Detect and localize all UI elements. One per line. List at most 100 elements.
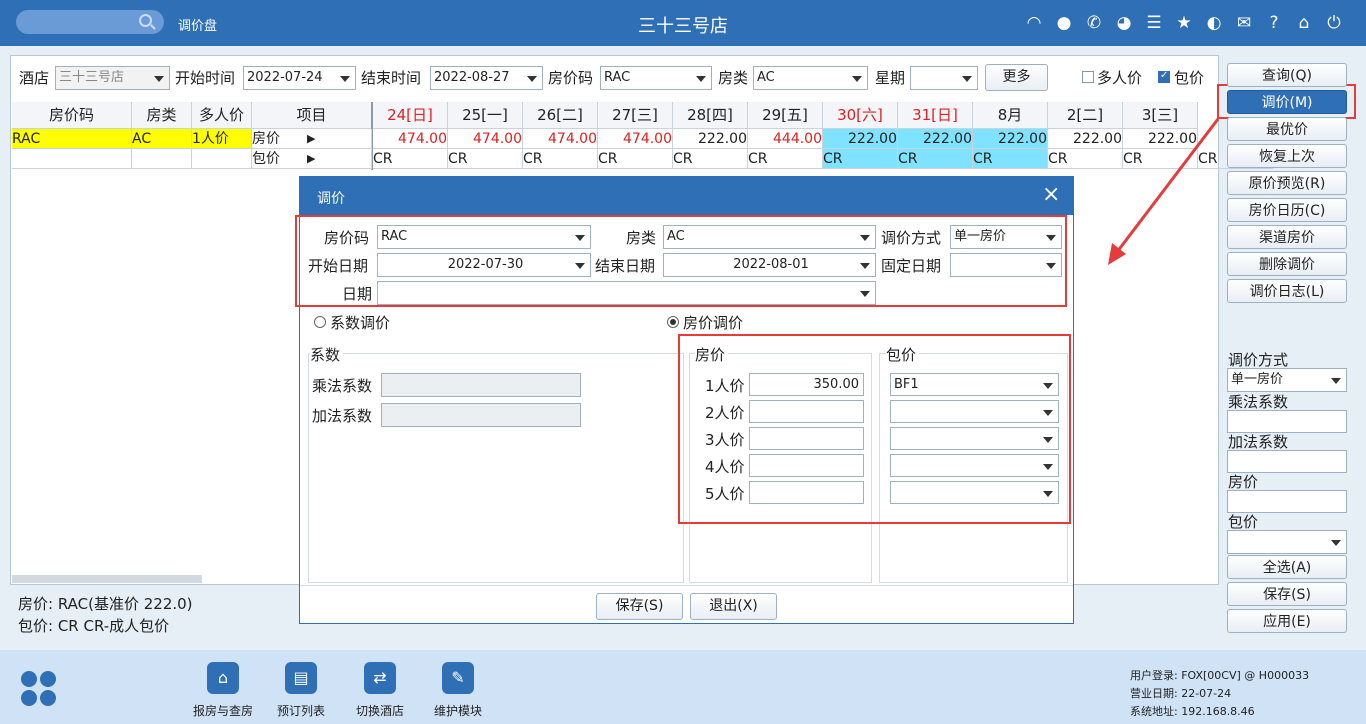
save-button[interactable]: 保存(S) bbox=[1227, 582, 1347, 606]
person-package-select[interactable] bbox=[890, 400, 1059, 423]
chat-icon[interactable]: ● bbox=[1054, 13, 1074, 33]
dlg-end-select[interactable]: 2022-08-01 bbox=[663, 253, 876, 277]
ratecode-select[interactable]: RAC bbox=[600, 66, 712, 90]
cell-item-package[interactable]: 包价 ▶ bbox=[252, 149, 372, 169]
person-package-select[interactable]: BF1 bbox=[890, 373, 1059, 396]
ratecode-label: 房价码 bbox=[548, 69, 594, 87]
price-cell[interactable]: 222.00 bbox=[898, 129, 973, 149]
dlg-roomtype-select[interactable]: AC bbox=[663, 225, 876, 249]
power-icon[interactable]: ⏻ bbox=[1324, 13, 1344, 33]
package-cell[interactable]: CR bbox=[598, 149, 673, 169]
package-select[interactable] bbox=[1227, 530, 1347, 554]
menu-icon[interactable]: ☰ bbox=[1144, 13, 1164, 33]
switch-hotel-nav[interactable]: ⇄ 切换酒店 bbox=[340, 662, 420, 720]
price-cell[interactable]: 222.00 bbox=[823, 129, 898, 149]
price-cell[interactable]: 474.00 bbox=[523, 129, 598, 149]
rate-calendar-button[interactable]: 房价日历(C) bbox=[1227, 198, 1347, 222]
price-cell[interactable]: 474.00 bbox=[598, 129, 673, 149]
more-button[interactable]: 更多 bbox=[985, 64, 1048, 91]
add-coef-input[interactable] bbox=[1227, 450, 1347, 473]
original-preview-button[interactable]: 原价预览(R) bbox=[1227, 171, 1347, 195]
start-time-select[interactable]: 2022-07-24 bbox=[243, 66, 356, 90]
theme-icon[interactable]: ◐ bbox=[1204, 13, 1224, 33]
query-button[interactable]: 查询(Q) bbox=[1227, 63, 1347, 87]
person-price-input[interactable] bbox=[749, 400, 864, 423]
horizontal-scrollbar[interactable] bbox=[12, 575, 202, 583]
cell-roomtype[interactable]: AC bbox=[132, 129, 192, 149]
package-cell[interactable]: CR bbox=[823, 149, 898, 169]
person-price-label: 3人价 bbox=[705, 431, 745, 449]
channel-rate-button[interactable]: 渠道房价 bbox=[1227, 225, 1347, 249]
expand-arrow-icon[interactable]: ▶ bbox=[307, 129, 315, 148]
package-cell[interactable]: CR bbox=[448, 149, 523, 169]
apply-button[interactable]: 应用(E) bbox=[1227, 609, 1347, 633]
week-select[interactable] bbox=[910, 66, 978, 90]
coef-radio[interactable] bbox=[314, 316, 326, 328]
price-cell[interactable]: 444.00 bbox=[748, 129, 823, 149]
price-input[interactable] bbox=[1227, 490, 1347, 513]
best-price-button[interactable]: 最优价 bbox=[1227, 117, 1347, 141]
package-cell[interactable]: CR bbox=[973, 149, 1048, 169]
mult-coef-label: 乘法系数 bbox=[1228, 393, 1289, 411]
chevron-down-icon bbox=[1043, 383, 1053, 389]
close-icon[interactable]: × bbox=[1042, 183, 1060, 207]
package-checkbox[interactable] bbox=[1158, 70, 1170, 83]
room-report-nav[interactable]: ⌂ 报房与查房 bbox=[183, 662, 263, 720]
dlg-ratecode-select[interactable]: RAC bbox=[377, 225, 591, 249]
price-cell[interactable]: 222.00 bbox=[673, 129, 748, 149]
person-package-select[interactable] bbox=[890, 427, 1059, 450]
price-cell[interactable]: 222.00 bbox=[973, 129, 1048, 149]
price-cell[interactable]: 474.00 bbox=[373, 129, 448, 149]
expand-arrow-icon[interactable]: ▶ bbox=[307, 149, 315, 168]
hotel-select[interactable]: 三十三号店 bbox=[55, 66, 170, 90]
dlg-date-select[interactable] bbox=[377, 281, 876, 305]
package-cell[interactable]: CR bbox=[748, 149, 823, 169]
maintenance-nav[interactable]: ✎ 维护模块 bbox=[418, 662, 498, 720]
person-price-input[interactable] bbox=[749, 427, 864, 450]
multi-price-checkbox[interactable] bbox=[1082, 71, 1094, 83]
wifi-icon[interactable]: ◠ bbox=[1024, 13, 1044, 33]
home-icon[interactable]: ⌂ bbox=[1294, 13, 1314, 33]
package-cell[interactable]: CR bbox=[373, 149, 448, 169]
title-bar: 调价盘 三十三号店 ◠ ● ✆ ◕ ☰ ★ ◐ ✉ ? ⌂ ⏻ bbox=[0, 0, 1366, 46]
dlg-fixed-select[interactable] bbox=[950, 253, 1062, 277]
price-radio[interactable] bbox=[667, 316, 679, 328]
delete-adjust-button[interactable]: 删除调价 bbox=[1227, 252, 1347, 276]
dialog-title: 调价 bbox=[317, 191, 345, 207]
end-time-select[interactable]: 2022-08-27 bbox=[430, 66, 543, 90]
cell-multi[interactable]: 1人价 bbox=[192, 129, 252, 149]
star-icon[interactable]: ★ bbox=[1174, 13, 1194, 33]
adjust-log-button[interactable]: 调价日志(L) bbox=[1227, 279, 1347, 303]
person-package-select[interactable] bbox=[890, 454, 1059, 477]
dlg-method-select[interactable]: 单一房价 bbox=[950, 225, 1062, 249]
chevron-down-icon bbox=[575, 263, 585, 269]
adjust-price-button[interactable]: 调价(M) bbox=[1227, 90, 1347, 114]
cell-ratecode[interactable]: RAC bbox=[12, 129, 132, 149]
package-cell[interactable]: CR bbox=[523, 149, 598, 169]
mail-icon[interactable]: ✉ bbox=[1234, 13, 1254, 33]
package-cell[interactable]: CR bbox=[898, 149, 973, 169]
select-all-button[interactable]: 全选(A) bbox=[1227, 555, 1347, 579]
person-price-input[interactable] bbox=[749, 481, 864, 504]
palette-icon[interactable]: ◕ bbox=[1114, 13, 1134, 33]
help-icon[interactable]: ? bbox=[1264, 13, 1284, 33]
chevron-down-icon bbox=[852, 76, 862, 82]
restore-last-button[interactable]: 恢复上次 bbox=[1227, 144, 1347, 168]
mult-coef-input[interactable] bbox=[1227, 410, 1347, 433]
dlg-save-button[interactable]: 保存(S) bbox=[596, 593, 683, 620]
booking-list-nav[interactable]: ▤ 预订列表 bbox=[261, 662, 341, 720]
phone-icon[interactable]: ✆ bbox=[1084, 13, 1104, 33]
dlg-start-select[interactable]: 2022-07-30 bbox=[377, 253, 591, 277]
chevron-down-icon bbox=[962, 76, 972, 82]
price-cell[interactable]: 474.00 bbox=[448, 129, 523, 149]
method-select[interactable]: 单一房价 bbox=[1227, 368, 1347, 392]
cell-item-price[interactable]: 房价 ▶ bbox=[252, 129, 372, 149]
person-package-select[interactable] bbox=[890, 481, 1059, 504]
dlg-mult-input[interactable] bbox=[381, 373, 581, 397]
person-price-input[interactable] bbox=[749, 454, 864, 477]
person-price-input[interactable]: 350.00 bbox=[749, 373, 864, 396]
dlg-add-input[interactable] bbox=[381, 403, 581, 427]
dlg-exit-button[interactable]: 退出(X) bbox=[690, 593, 777, 620]
roomtype-select[interactable]: AC bbox=[753, 66, 868, 90]
package-cell[interactable]: CR bbox=[673, 149, 748, 169]
